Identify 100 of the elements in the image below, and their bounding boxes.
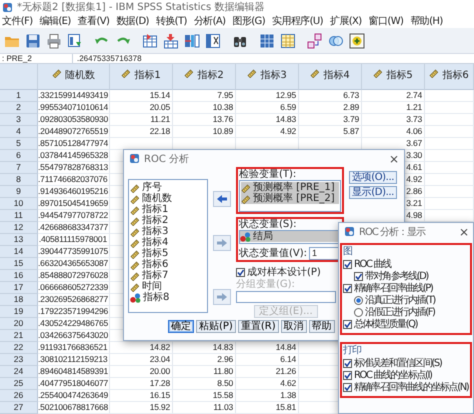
row-number[interactable]: 14: [0, 246, 38, 258]
menu-item[interactable]: 扩展(X): [328, 14, 363, 28]
row-number[interactable]: 15: [0, 258, 38, 270]
add-icon[interactable]: [349, 32, 365, 48]
move-button[interactable]: [213, 191, 231, 207]
row-number[interactable]: 7: [0, 162, 38, 174]
checkbox[interactable]: [343, 382, 352, 392]
variable-item[interactable]: 指标5: [130, 248, 206, 259]
dialog-button[interactable]: 重置(R): [238, 320, 279, 333]
radio-button[interactable]: [354, 296, 363, 304]
variable-list[interactable]: 序号 随机数 指标1 指标2 指标3 指标4 指标5 指标6 指标7 时间 指标8: [128, 179, 208, 313]
split-table-icon[interactable]: [205, 32, 221, 48]
print-icon[interactable]: [46, 32, 62, 48]
row-number[interactable]: 12: [0, 222, 38, 234]
row-number[interactable]: 16: [0, 270, 38, 282]
option-label[interactable]: 带对角参考线(D): [365, 269, 428, 283]
input-field[interactable]: [236, 291, 336, 303]
variable-item[interactable]: 指标7: [130, 270, 206, 281]
row-number[interactable]: 11: [0, 210, 38, 222]
row-number[interactable]: 22: [0, 342, 38, 354]
radio-button[interactable]: [354, 308, 363, 316]
row-number[interactable]: 3: [0, 114, 38, 126]
variable-item[interactable]: 指标1: [130, 204, 206, 215]
menu-item[interactable]: 分析(A): [192, 14, 226, 28]
row-number[interactable]: 24: [0, 366, 38, 378]
row-number[interactable]: 5: [0, 138, 38, 150]
row-number[interactable]: 4: [0, 126, 38, 138]
checkbox[interactable]: [343, 260, 352, 268]
dialog-button[interactable]: 粘贴(P): [196, 320, 236, 333]
option-label[interactable]: 沿假正进行内插(F): [365, 305, 435, 319]
row-number[interactable]: 13: [0, 234, 38, 246]
table-arrow-icon[interactable]: [142, 32, 158, 48]
dialog-button[interactable]: 取消: [280, 320, 307, 333]
menu-item[interactable]: 文件(F): [1, 14, 34, 28]
option-label[interactable]: 精确率召回率曲线(P): [354, 281, 432, 295]
checkbox[interactable]: [236, 268, 245, 276]
column-header[interactable]: 指标1: [110, 64, 173, 90]
column-header[interactable]: 随机数: [38, 64, 110, 90]
variable-item[interactable]: 指标6: [130, 259, 206, 270]
row-number[interactable]: 2: [0, 102, 38, 114]
label-arrows-icon[interactable]: [307, 32, 323, 48]
variable-item[interactable]: 指标4: [130, 237, 206, 248]
variable-item[interactable]: 时间: [130, 281, 206, 292]
row-number[interactable]: 20: [0, 318, 38, 330]
row-number[interactable]: 18: [0, 294, 38, 306]
grid-icon[interactable]: [259, 32, 275, 48]
variable-list[interactable]: 预测概率 [PRE_1] 预测概率 [PRE_2]: [239, 180, 341, 212]
variable-item[interactable]: 指标3: [130, 226, 206, 237]
variable-item[interactable]: 预测概率 [PRE_2]: [241, 193, 339, 204]
menu-item[interactable]: 编辑(E): [38, 14, 72, 28]
menu-item[interactable]: 窗口(W): [368, 14, 404, 28]
option-label[interactable]: 沿真正进行内插(T): [365, 293, 435, 307]
row-number[interactable]: 1: [0, 90, 38, 102]
table-insert-icon[interactable]: [163, 32, 179, 48]
variable-item[interactable]: 预测概率 [PRE_1]: [241, 182, 339, 193]
row-number[interactable]: 25: [0, 378, 38, 390]
dialog-button[interactable]: 确定: [168, 320, 194, 333]
menu-item[interactable]: 帮助(H): [409, 14, 444, 28]
option-label[interactable]: ROC 曲线: [354, 257, 391, 271]
column-header[interactable]: 指标4: [299, 64, 362, 90]
variable-item[interactable]: 随机数: [130, 193, 206, 204]
menu-item[interactable]: 数据(D): [115, 14, 150, 28]
checkbox[interactable]: [343, 370, 352, 380]
columns-icon[interactable]: [184, 32, 200, 48]
row-number[interactable]: 23: [0, 354, 38, 366]
variable-item[interactable]: 序号: [130, 182, 206, 193]
dialog-button[interactable]: 显示(D)...: [349, 186, 398, 199]
save-icon[interactable]: [25, 32, 41, 48]
column-header[interactable]: 指标6: [425, 64, 474, 90]
menu-item[interactable]: 实用程序(U): [271, 14, 324, 28]
menu-item[interactable]: 转换(T): [154, 14, 188, 28]
menu-item[interactable]: 查看(V): [76, 14, 110, 28]
row-number[interactable]: 6: [0, 150, 38, 162]
variable-item[interactable]: 指标2: [130, 215, 206, 226]
option-label[interactable]: ROC 曲线的坐标点(I): [354, 368, 432, 382]
column-header[interactable]: 指标3: [236, 64, 299, 90]
input-field[interactable]: 1: [309, 246, 341, 260]
checkbox[interactable]: [343, 320, 352, 328]
option-label[interactable]: 总体模型质量(Q): [354, 317, 418, 331]
column-header[interactable]: 指标5: [362, 64, 425, 90]
row-number[interactable]: 19: [0, 306, 38, 318]
column-header[interactable]: 指标2: [173, 64, 236, 90]
row-number[interactable]: 8: [0, 174, 38, 186]
row-number[interactable]: 27: [0, 402, 38, 414]
row-number[interactable]: 26: [0, 390, 38, 402]
variable-item[interactable]: 指标8: [130, 292, 206, 303]
row-number[interactable]: 9: [0, 186, 38, 198]
sheet-icon[interactable]: [280, 32, 296, 48]
option-label[interactable]: 标准误差和置信区间(S): [354, 356, 442, 370]
checkbox[interactable]: [343, 284, 352, 292]
option-label[interactable]: 精确率召回率曲线的坐标点(N): [354, 380, 468, 394]
close-button[interactable]: ×: [458, 224, 468, 238]
dialog-button[interactable]: 选项(O)...: [349, 171, 398, 184]
dialog-button[interactable]: 帮助: [308, 320, 335, 333]
row-number[interactable]: 17: [0, 282, 38, 294]
checkbox[interactable]: [354, 272, 363, 280]
checkbox[interactable]: [343, 358, 352, 368]
option-label[interactable]: 成对样本设计(P): [247, 265, 321, 279]
menu-item[interactable]: 图形(G): [231, 14, 266, 28]
row-number[interactable]: 21: [0, 330, 38, 342]
